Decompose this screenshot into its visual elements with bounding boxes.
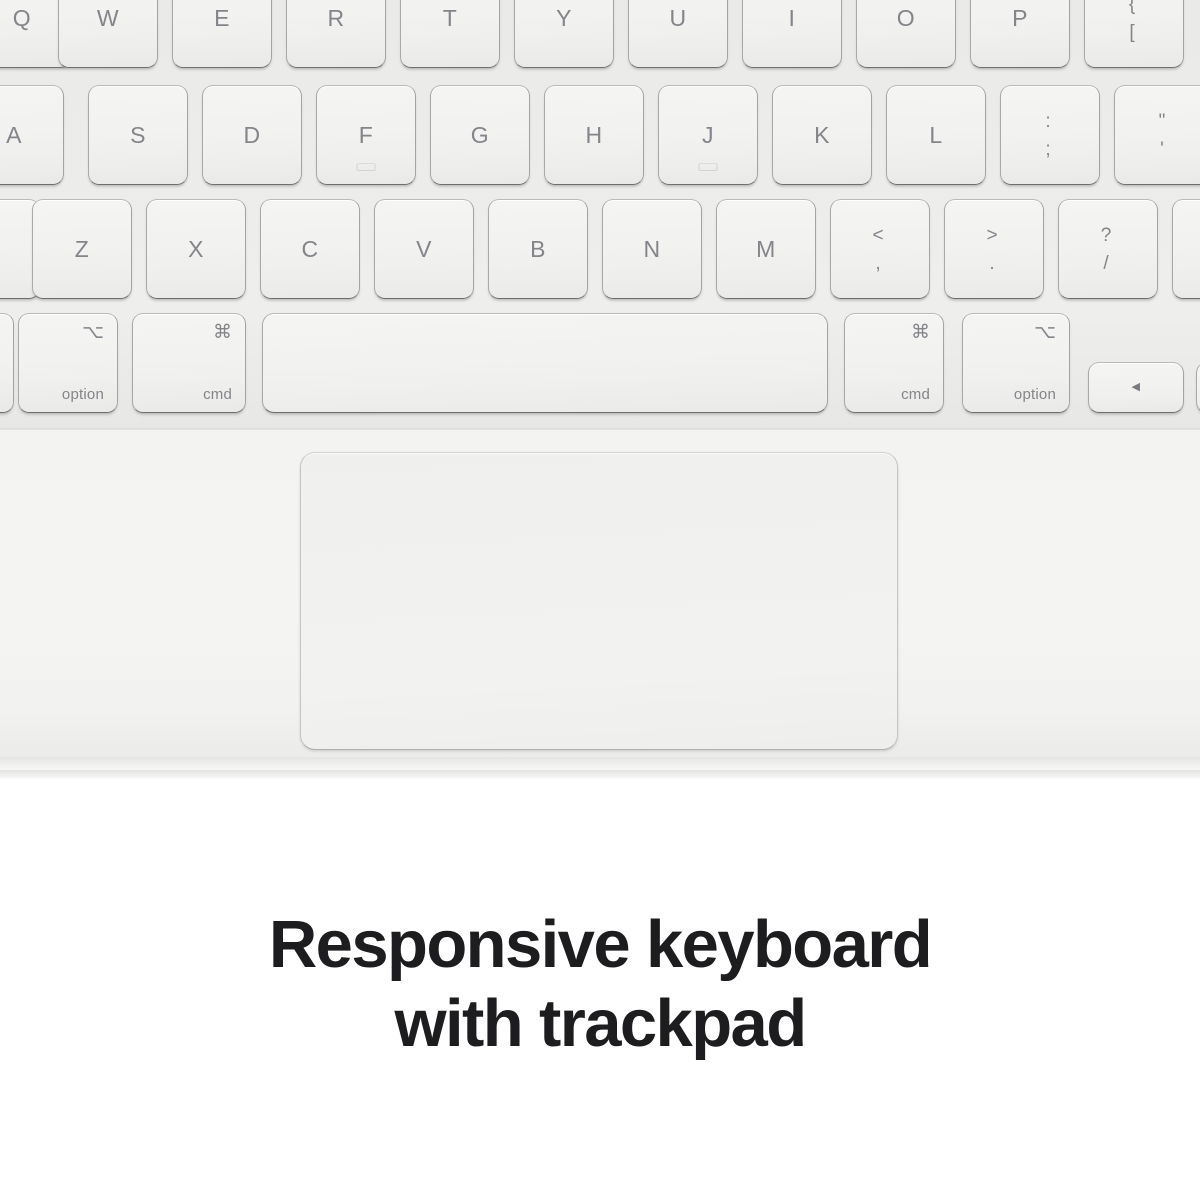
trackpad[interactable]: [300, 452, 898, 750]
key-k[interactable]: K: [772, 85, 872, 185]
key-legend-upper: >: [986, 224, 998, 246]
arrow-left-icon: ◀: [1131, 381, 1141, 393]
key-p[interactable]: P: [970, 0, 1070, 68]
key-legend: S: [130, 121, 146, 148]
home-row-bump: [356, 163, 376, 171]
key-legend: L: [929, 121, 943, 148]
key-w[interactable]: W: [58, 0, 158, 68]
key-f[interactable]: F: [316, 85, 416, 185]
caption-line-1: Responsive keyboard: [268, 907, 933, 982]
key-c[interactable]: C: [260, 199, 360, 299]
key-a[interactable]: A: [0, 85, 64, 185]
key-option-right[interactable]: ⌥ option: [962, 313, 1070, 413]
key-arrow-stack-right[interactable]: [1196, 362, 1200, 413]
key-legend: P: [1012, 4, 1028, 31]
option-icon: ⌥: [1034, 322, 1056, 343]
key-legend-lower: ': [1160, 138, 1164, 160]
key-legend-lower: .: [989, 252, 995, 274]
key-legend: K: [814, 121, 830, 148]
key-legend-lower: /: [1103, 252, 1109, 274]
key-quote[interactable]: " ': [1114, 85, 1200, 185]
key-legend: F: [358, 121, 374, 148]
key-option-left[interactable]: ⌥ option: [18, 313, 118, 413]
key-e[interactable]: E: [172, 0, 272, 68]
key-legend-lower: [: [1129, 21, 1135, 43]
key-b[interactable]: B: [488, 199, 588, 299]
key-legend: T: [442, 4, 458, 31]
key-s[interactable]: S: [88, 85, 188, 185]
key-legend-word: cmd: [203, 386, 232, 403]
key-l[interactable]: L: [886, 85, 986, 185]
key-period[interactable]: >.: [944, 199, 1044, 299]
key-legend: U: [669, 4, 687, 31]
key-legend: O: [896, 4, 916, 31]
key-legend: M: [756, 235, 776, 262]
key-legend: I: [788, 4, 796, 31]
key-semicolon[interactable]: :;: [1000, 85, 1100, 185]
key-legend: W: [96, 4, 120, 31]
key-shift-right[interactable]: [1172, 199, 1200, 299]
key-d[interactable]: D: [202, 85, 302, 185]
key-m[interactable]: M: [716, 199, 816, 299]
command-icon: ⌘: [911, 322, 930, 343]
key-legend: B: [530, 235, 546, 262]
key-legend: H: [585, 121, 603, 148]
key-legend: G: [470, 121, 490, 148]
key-legend: V: [416, 235, 432, 262]
product-photo: Q W E R T Y U I O P{[A S D F G H J K L:; " ' Z X C V B N M <, >.? / ⌥ o…: [0, 0, 1200, 780]
key-y[interactable]: Y: [514, 0, 614, 68]
key-n[interactable]: N: [602, 199, 702, 299]
key-legend-word: cmd: [901, 386, 930, 403]
key-legend: C: [301, 235, 319, 262]
key-legend: E: [214, 4, 230, 31]
key-legend-upper: ": [1158, 110, 1166, 132]
key-space[interactable]: [262, 313, 828, 413]
key-legend: N: [643, 235, 661, 262]
key-legend: R: [327, 4, 345, 31]
key-arrow-left[interactable]: ◀: [1088, 362, 1184, 413]
chassis-drop-shadow: [0, 770, 1200, 780]
key-legend-word: option: [1013, 386, 1056, 403]
key-legend: Q: [12, 4, 32, 31]
key-legend-word: option: [61, 386, 104, 403]
home-row-bump: [698, 163, 718, 171]
key-legend: A: [6, 121, 22, 148]
key-control-left[interactable]: [0, 313, 14, 413]
key-h[interactable]: H: [544, 85, 644, 185]
key-legend: Z: [74, 235, 90, 262]
key-o[interactable]: O: [856, 0, 956, 68]
key-legend-lower: ;: [1045, 138, 1051, 160]
key-legend-upper: ?: [1100, 224, 1112, 246]
key-j[interactable]: J: [658, 85, 758, 185]
key-u[interactable]: U: [628, 0, 728, 68]
key-t[interactable]: T: [400, 0, 500, 68]
key-i[interactable]: I: [742, 0, 842, 68]
key-bracket-left[interactable]: {[: [1084, 0, 1184, 68]
key-v[interactable]: V: [374, 199, 474, 299]
key-legend: J: [702, 121, 714, 148]
caption: Responsive keyboard with trackpad: [0, 905, 1200, 1063]
option-icon: ⌥: [82, 322, 104, 343]
key-z[interactable]: Z: [32, 199, 132, 299]
key-legend-lower: ,: [875, 252, 881, 274]
command-icon: ⌘: [213, 322, 232, 343]
key-legend-upper: {: [1128, 0, 1136, 15]
key-x[interactable]: X: [146, 199, 246, 299]
key-cmd-right[interactable]: ⌘ cmd: [844, 313, 944, 413]
key-legend-upper: <: [872, 224, 884, 246]
key-legend: D: [243, 121, 261, 148]
caption-line-2: with trackpad: [394, 986, 807, 1062]
key-slash[interactable]: ? /: [1058, 199, 1158, 299]
key-cmd-left[interactable]: ⌘ cmd: [132, 313, 246, 413]
key-legend-upper: :: [1045, 110, 1051, 132]
key-g[interactable]: G: [430, 85, 530, 185]
key-r[interactable]: R: [286, 0, 386, 68]
key-legend: X: [188, 235, 204, 262]
key-comma[interactable]: <,: [830, 199, 930, 299]
key-legend: Y: [556, 4, 572, 31]
